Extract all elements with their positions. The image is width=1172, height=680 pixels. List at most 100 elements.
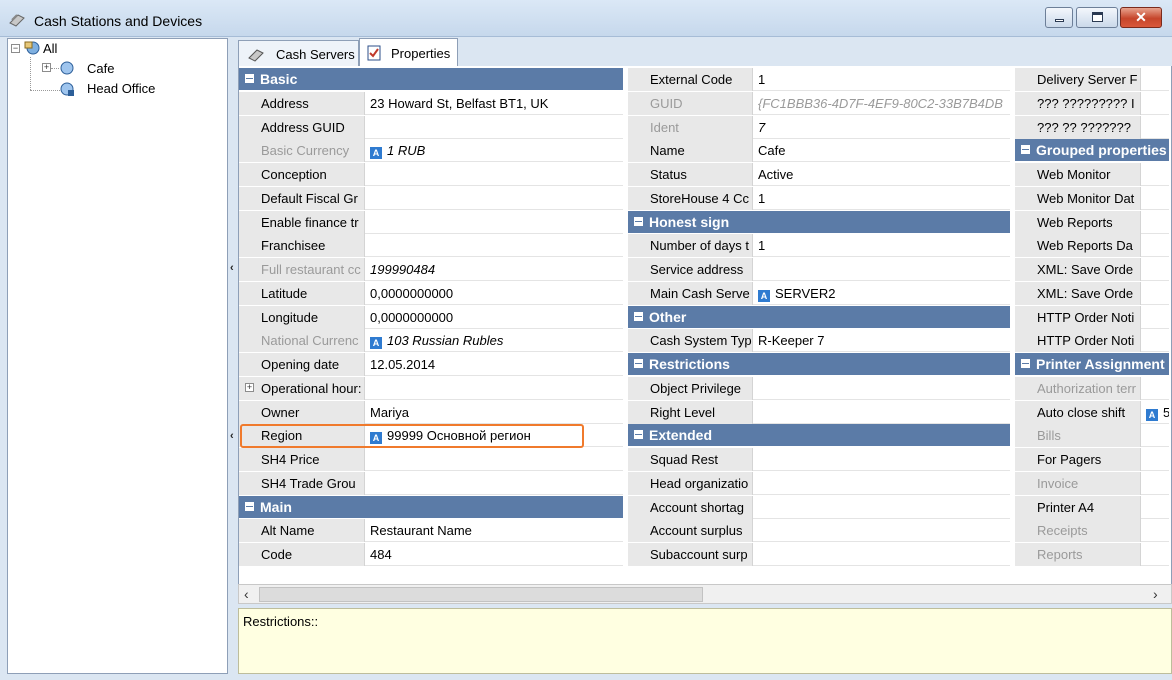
expand-property-icon[interactable]: + [245, 382, 254, 392]
property-value[interactable] [366, 116, 623, 139]
property-row[interactable]: Head organizatio [628, 471, 1010, 495]
property-row[interactable]: Ident 7 [628, 115, 1010, 139]
property-value[interactable] [366, 377, 623, 400]
maximize-button[interactable] [1076, 7, 1118, 28]
property-value[interactable]: Mariya [366, 401, 623, 424]
property-row[interactable]: Latitude 0,0000000000 [239, 281, 623, 305]
property-row[interactable]: Right Level [628, 400, 1010, 424]
property-value[interactable] [366, 211, 623, 234]
property-value[interactable]: 199990484 [366, 258, 623, 281]
property-row[interactable]: Opening date 12.05.2014 [239, 353, 623, 376]
property-row[interactable]: Cash System Typ R-Keeper 7 [628, 329, 1010, 353]
property-value[interactable]: 0,0000000000 [366, 282, 623, 305]
property-row[interactable]: Address 23 Howard St, Belfast BT1, UK [239, 91, 623, 115]
property-value[interactable]: R-Keeper 7 [754, 329, 1010, 352]
property-value[interactable]: A5 [1142, 401, 1169, 424]
property-row[interactable]: Squad Rest [628, 448, 1010, 471]
property-row[interactable]: Longitude 0,0000000000 [239, 305, 623, 329]
collapse-section-icon[interactable] [634, 430, 643, 440]
property-value[interactable] [1142, 543, 1169, 566]
property-row[interactable]: Auto close shiftA5 [1015, 400, 1169, 424]
property-row[interactable]: HTTP Order Noti [1015, 329, 1169, 353]
property-value[interactable] [754, 496, 1010, 519]
property-value[interactable] [1142, 448, 1169, 471]
property-row[interactable]: Delivery Server F [1015, 68, 1169, 91]
property-row[interactable]: Account shortag [628, 495, 1010, 519]
property-row[interactable]: Web Reports Da [1015, 234, 1169, 258]
property-row[interactable]: Service address [628, 258, 1010, 281]
section-header[interactable]: Printer Assignment [1015, 353, 1169, 376]
property-row[interactable]: Operational hour: + [239, 376, 623, 400]
property-row[interactable]: GUID {FC1BBB36-4D7F-4EF9-80C2-33B7B4DB [628, 91, 1010, 115]
property-row[interactable]: Web Monitor Dat [1015, 186, 1169, 210]
property-row[interactable]: ??? ?? ??????? [1015, 115, 1169, 139]
property-value[interactable] [754, 519, 1010, 542]
property-value[interactable]: 0,0000000000 [366, 306, 623, 329]
panel-splitter[interactable]: ‹ ‹ [229, 254, 237, 454]
property-value[interactable] [366, 448, 623, 471]
property-row[interactable]: Object Privilege [628, 376, 1010, 400]
property-value[interactable]: Active [754, 163, 1010, 186]
property-value[interactable] [1142, 377, 1169, 400]
section-header[interactable]: Restrictions [628, 353, 1010, 376]
section-header[interactable]: Main [239, 495, 623, 519]
property-row[interactable]: SH4 Trade Grou [239, 471, 623, 495]
horizontal-scrollbar[interactable]: ‹ › [238, 584, 1172, 604]
collapse-all-icon[interactable]: − [11, 44, 20, 53]
collapse-section-icon[interactable] [245, 501, 254, 511]
scroll-right-icon[interactable]: › [1153, 586, 1158, 602]
property-value[interactable] [1142, 234, 1169, 257]
property-row[interactable]: For Pagers [1015, 448, 1169, 471]
property-row[interactable]: Receipts [1015, 519, 1169, 543]
property-value[interactable] [366, 472, 623, 495]
expand-cafe-icon[interactable]: + [42, 63, 51, 72]
property-value[interactable] [1142, 282, 1169, 305]
property-value[interactable] [366, 234, 623, 257]
property-value[interactable]: {FC1BBB36-4D7F-4EF9-80C2-33B7B4DB [754, 92, 1010, 115]
property-value[interactable]: A 1 RUB [366, 139, 623, 162]
property-value[interactable] [1142, 92, 1169, 115]
property-row[interactable]: Status Active [628, 163, 1010, 186]
property-value[interactable]: 1 [754, 187, 1010, 210]
property-row[interactable]: Code 484 [239, 543, 623, 566]
property-row[interactable]: Reports [1015, 543, 1169, 566]
property-value[interactable]: 23 Howard St, Belfast BT1, UK [366, 92, 623, 115]
property-value[interactable]: 484 [366, 543, 623, 566]
property-row[interactable]: Full restaurant cc 199990484 [239, 258, 623, 281]
property-value[interactable] [1142, 424, 1169, 447]
property-row[interactable]: Default Fiscal Gr [239, 186, 623, 210]
property-value[interactable]: 12.05.2014 [366, 353, 623, 376]
property-row[interactable]: XML: Save Orde [1015, 281, 1169, 305]
tree-node-all[interactable]: All [43, 41, 57, 56]
property-value[interactable] [1142, 116, 1169, 139]
tab-cash-servers[interactable]: Cash Servers [238, 40, 359, 66]
property-value[interactable] [1142, 187, 1169, 210]
property-row[interactable]: Name Cafe [628, 139, 1010, 163]
property-row[interactable]: Web Monitor [1015, 163, 1169, 186]
property-value[interactable] [1142, 258, 1169, 281]
section-header[interactable]: Extended [628, 424, 1010, 448]
property-value[interactable] [1142, 306, 1169, 329]
tree-node-cafe[interactable]: Cafe [87, 61, 114, 76]
property-row[interactable]: Bills [1015, 424, 1169, 448]
collapse-section-icon[interactable] [634, 311, 643, 321]
collapse-section-icon[interactable] [1021, 145, 1030, 155]
property-row[interactable]: Owner Mariya [239, 400, 623, 424]
property-row[interactable]: Franchisee [239, 234, 623, 258]
section-header[interactable]: Grouped properties [1015, 139, 1169, 163]
property-row[interactable]: Enable finance tr [239, 210, 623, 234]
minimize-button[interactable] [1045, 7, 1073, 28]
property-value[interactable] [754, 448, 1010, 471]
property-row[interactable]: ??? ????????? I [1015, 91, 1169, 115]
property-row[interactable]: External Code 1 [628, 68, 1010, 91]
property-row[interactable]: Subaccount surp [628, 543, 1010, 566]
property-value[interactable] [1142, 68, 1169, 91]
property-value[interactable]: Cafe [754, 139, 1010, 162]
property-value[interactable] [754, 258, 1010, 281]
close-button[interactable]: ✕ [1120, 7, 1162, 28]
scroll-thumb[interactable] [259, 587, 703, 602]
collapse-left-icon-2[interactable]: ‹ [230, 430, 234, 442]
property-value[interactable] [1142, 163, 1169, 186]
property-row[interactable]: Conception [239, 163, 623, 186]
property-value[interactable] [754, 472, 1010, 495]
